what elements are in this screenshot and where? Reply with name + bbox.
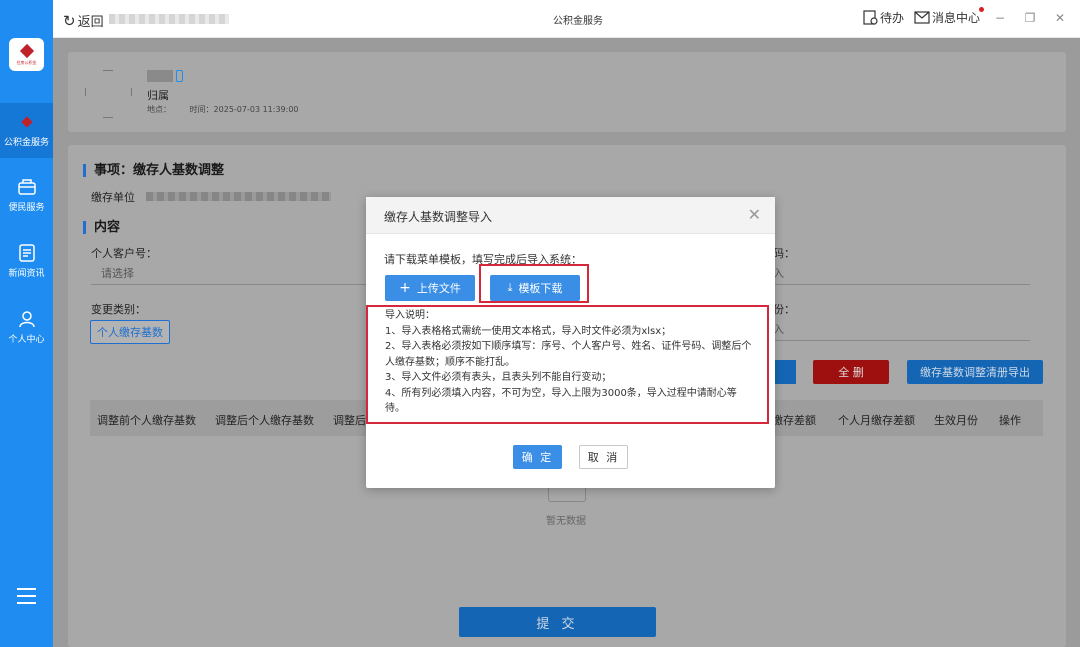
refresh-icon: ↻ [63, 11, 76, 30]
empty-text: 暂无数据 [546, 516, 586, 527]
minimize-button[interactable]: − [990, 11, 1010, 25]
logo-text: 住房公积金 [16, 59, 37, 65]
back-button[interactable]: ↻ 返回 [63, 11, 104, 31]
confirm-button[interactable]: 确 定 [513, 445, 562, 469]
box-icon [17, 178, 37, 196]
tag-outline [176, 70, 183, 82]
import-dialog: 缴存人基数调整导入 ✕ 请下载菜单模板，填写完成后导入系统： + 上传文件 ⤓ … [366, 197, 775, 488]
section-title: 事项：缴存人基数调整 [83, 164, 224, 177]
todo-icon [863, 10, 878, 25]
highlight-box-instructions [366, 305, 769, 424]
close-window-button[interactable]: ✕ [1050, 11, 1070, 25]
close-icon[interactable]: ✕ [748, 205, 761, 224]
top-bar: ↻ 返回 公积金服务 待办 消息中心 − ❐ ✕ [53, 0, 1080, 38]
customer-no-select[interactable]: 请选择 [91, 265, 367, 285]
blurred-name [147, 70, 173, 82]
table-header-cell: 个人月缴存差额 [838, 414, 915, 427]
info-card [68, 52, 1066, 132]
delete-all-button[interactable]: 全 删 [813, 360, 889, 384]
table-header-cell: 操作 [999, 414, 1021, 427]
user-icon [17, 310, 37, 328]
messages-label: 消息中心 [931, 7, 985, 25]
time-label: 时间：2025-07-03 11:39:00 [189, 105, 299, 114]
sidebar-item-fund-service[interactable]: 公积金服务 [0, 103, 53, 158]
plus-icon: + [399, 280, 411, 296]
news-icon [17, 244, 37, 262]
mail-icon [914, 11, 930, 24]
sidebar-item-label: 便民服务 [8, 203, 45, 213]
submit-button[interactable]: 提 交 [459, 607, 656, 637]
divider [131, 88, 132, 96]
table-header-cell: 生效月份 [934, 414, 978, 427]
todo-label: 待办 [879, 11, 904, 25]
export-button[interactable]: 缴存基数调整清册导出 [907, 360, 1043, 384]
sidebar-item-label: 新闻资讯 [8, 269, 45, 279]
table-header-cell: 调整后 [333, 414, 366, 427]
right-field-label-2: 份： [773, 303, 795, 316]
table-header-cell: 缴存差额 [772, 414, 816, 427]
dialog-title: 缴存人基数调整导入 [384, 210, 493, 224]
upload-file-button[interactable]: + 上传文件 [385, 275, 475, 301]
sidebar-item-news[interactable]: 新闻资讯 [0, 244, 53, 279]
customer-no-label: 个人客户号： [91, 247, 157, 260]
right-field-2[interactable]: 入 [773, 321, 1030, 341]
logo-diamond-icon [19, 43, 34, 58]
upload-label: 上传文件 [416, 282, 461, 295]
unit-label: 缴存单位 [91, 191, 135, 204]
divider [85, 88, 86, 96]
divider [103, 117, 113, 118]
messages-button[interactable]: 消息中心 [914, 7, 985, 26]
table-header-cell: 调整后个人缴存基数 [215, 414, 314, 427]
sidebar-item-label: 个人中心 [8, 335, 45, 345]
divider [103, 70, 113, 71]
change-type-label: 变更类别： [91, 303, 146, 316]
sidebar-item-personal[interactable]: 个人中心 [0, 310, 53, 345]
info-name: 归属 [147, 89, 169, 102]
sidebar-item-label: 公积金服务 [3, 138, 49, 148]
todo-button[interactable]: 待办 [863, 9, 904, 26]
info-meta: 地点： 时间：2025-07-03 11:39:00 [147, 104, 299, 115]
back-label: 返回 [77, 15, 104, 30]
table-header-cell: 调整前个人缴存基数 [97, 414, 196, 427]
content-title: 内容 [83, 221, 120, 234]
diamond-logo-icon [17, 113, 37, 131]
highlight-box-download [479, 264, 589, 303]
right-field-1[interactable]: 入 [773, 265, 1030, 285]
blurred-unit-name [146, 192, 331, 201]
app-logo: 住房公积金 [9, 38, 44, 71]
customer-no-placeholder: 请选择 [101, 267, 134, 280]
blurred-breadcrumb [109, 14, 229, 24]
window-title: 公积金服务 [553, 16, 603, 27]
sidebar-item-convenience[interactable]: 便民服务 [0, 178, 53, 213]
menu-icon[interactable] [17, 588, 36, 609]
right-field-label-1: 码： [773, 247, 795, 260]
cancel-button[interactable]: 取 消 [579, 445, 628, 469]
empty-box-icon [548, 486, 586, 502]
dialog-header: 缴存人基数调整导入 ✕ [366, 197, 775, 234]
change-type-tag[interactable]: 个人缴存基数 [90, 320, 170, 344]
sidebar: 住房公积金 公积金服务 便民服务 新闻资讯 个人中心 [0, 0, 53, 647]
restore-button[interactable]: ❐ [1020, 11, 1040, 25]
location-label: 地点： [147, 105, 171, 114]
